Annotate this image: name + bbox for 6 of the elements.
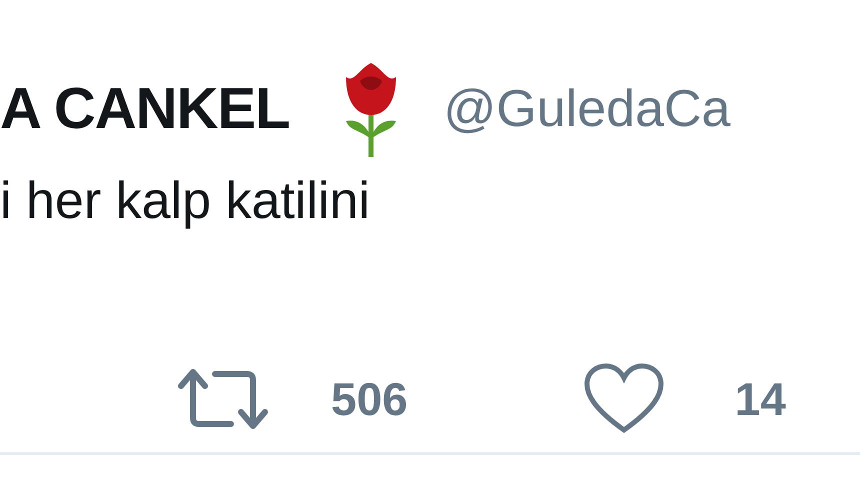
heart-icon[interactable] — [582, 362, 665, 436]
like-count: 14 — [734, 376, 786, 422]
retweet-count: 506 — [331, 376, 408, 422]
tweet-text: i her kalp katilini — [0, 175, 371, 232]
author-name[interactable]: A CANKEL — [0, 80, 290, 138]
user-handle[interactable]: @GuledaCa — [444, 82, 730, 134]
